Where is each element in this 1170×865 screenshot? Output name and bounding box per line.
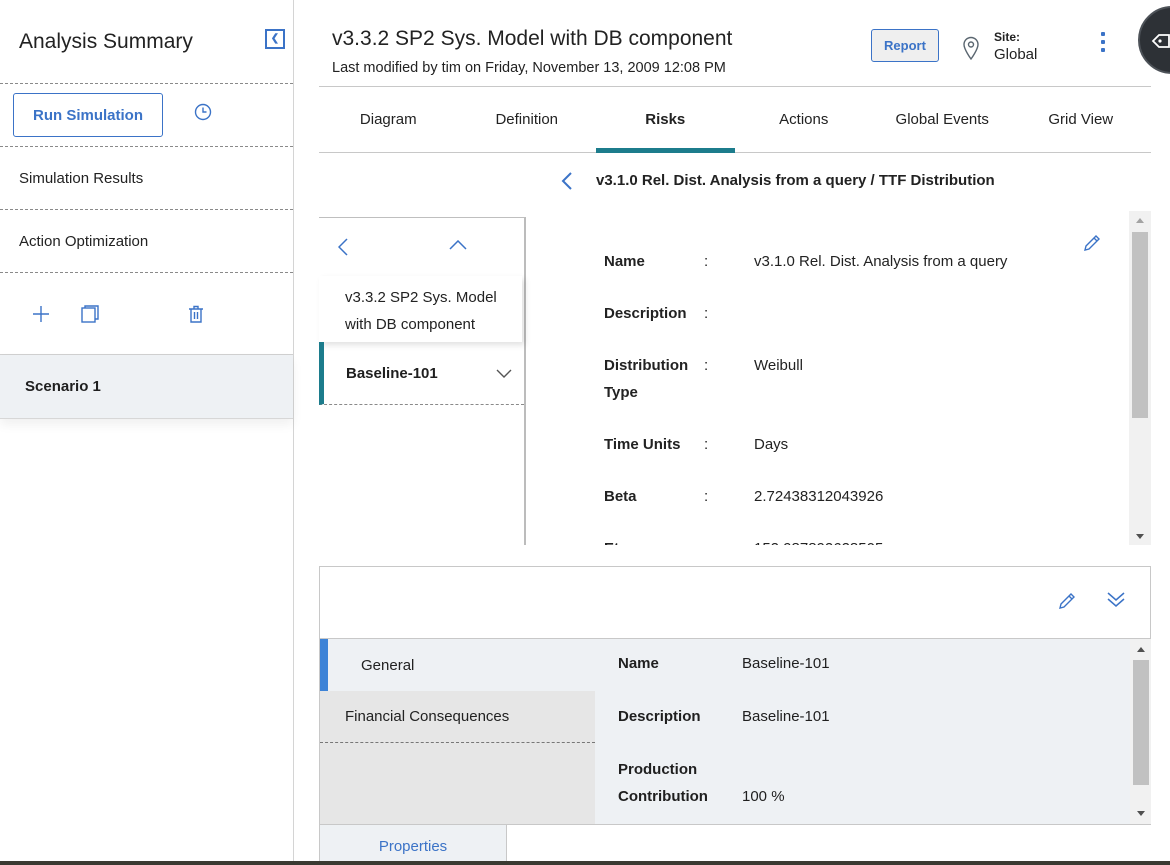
run-simulation-button[interactable]: Run Simulation — [13, 93, 163, 137]
properties-toolbar — [320, 567, 1150, 639]
tree-parent-line-2: with DB component — [345, 316, 476, 333]
detail-value: 152.987892628505 — [754, 535, 1054, 545]
tab-properties[interactable]: Properties — [320, 825, 507, 865]
properties-content: Name Baseline-101 Description Baseline-1… — [595, 639, 1130, 824]
scroll-up-arrow[interactable] — [1136, 218, 1144, 223]
tab-actions[interactable]: Actions — [735, 87, 874, 152]
exit-icon — [1151, 34, 1170, 48]
collapse-sidebar-icon[interactable]: ❮ — [265, 28, 285, 49]
detail-value: Days — [754, 436, 789, 453]
site-label: Site: — [994, 30, 1021, 44]
scroll-up-arrow[interactable] — [1137, 647, 1145, 652]
clock-icon[interactable] — [194, 103, 212, 121]
tab-diagram[interactable]: Diagram — [319, 87, 458, 152]
site-value[interactable]: Global — [994, 46, 1037, 63]
detail-label: Name — [604, 253, 645, 270]
prop-label: Production Contribution — [618, 761, 708, 805]
detail-colon: : — [704, 488, 709, 505]
nav-general[interactable]: General — [320, 639, 595, 691]
location-pin-icon — [963, 36, 979, 60]
detail-label: Time Units — [604, 436, 681, 453]
detail-colon: : — [704, 535, 708, 545]
last-modified-text: Last modified by tim on Friday, November… — [332, 60, 726, 76]
prop-value: Baseline-101 — [742, 655, 830, 672]
back-chevron-icon[interactable] — [561, 171, 573, 191]
prop-value: Baseline-101 — [742, 708, 830, 725]
tree-parent-node[interactable]: v3.3.2 SP2 Sys. Model with DB component — [319, 276, 522, 342]
sidebar-item-simulation-results[interactable]: Simulation Results — [0, 147, 293, 210]
chevron-down-icon[interactable] — [496, 369, 512, 378]
trash-icon[interactable] — [186, 304, 206, 324]
tree-panel: v3.3.2 SP2 Sys. Model with DB component … — [319, 217, 526, 545]
scroll-down-arrow[interactable] — [1136, 534, 1144, 539]
tab-definition[interactable]: Definition — [458, 87, 597, 152]
detail-label: Distribution Type — [604, 357, 689, 401]
detail-colon: : — [704, 436, 709, 453]
sidebar-title: Analysis Summary — [19, 29, 193, 53]
edit-pencil-icon[interactable] — [1057, 591, 1077, 611]
properties-tabbar: Properties — [320, 824, 1151, 865]
scenario-item[interactable]: Scenario 1 — [0, 355, 293, 419]
detail-scrollbar[interactable] — [1129, 211, 1151, 545]
double-chevron-down-icon[interactable] — [1106, 589, 1126, 609]
detail-colon: : — [704, 253, 709, 270]
properties-scrollbar[interactable] — [1130, 639, 1151, 824]
tree-up-icon[interactable] — [449, 240, 467, 250]
tree-selected-label: Baseline-101 — [346, 364, 438, 382]
properties-panel: General Financial Consequences Name Base… — [319, 566, 1151, 865]
properties-nav: General Financial Consequences — [320, 639, 595, 824]
prop-label: Name — [618, 655, 659, 672]
tree-nav — [319, 218, 524, 276]
tab-global-events[interactable]: Global Events — [873, 87, 1012, 152]
tree-selected-node[interactable]: Baseline-101 — [319, 342, 524, 405]
tab-risks[interactable]: Risks — [596, 87, 735, 153]
sidebar-item-action-optimization[interactable]: Action Optimization — [0, 210, 293, 273]
detail-value: Weibull — [754, 357, 803, 374]
main-content: v3.3.2 SP2 Sys. Model with DB component … — [295, 0, 1170, 865]
floating-action-button[interactable] — [1138, 6, 1170, 74]
scroll-thumb[interactable] — [1132, 232, 1148, 418]
sidebar-run-row: Run Simulation — [0, 84, 293, 147]
sidebar-header: Analysis Summary ❮ — [0, 0, 293, 84]
distribution-detail-panel: Name : v3.1.0 Rel. Dist. Analysis from a… — [527, 211, 1151, 545]
copy-icon[interactable] — [80, 304, 100, 324]
detail-value: v3.1.0 Rel. Dist. Analysis from a query — [754, 253, 1008, 270]
main-tabs: Diagram Definition Risks Actions Global … — [319, 87, 1151, 153]
window-bottom-edge — [0, 861, 1170, 865]
report-button[interactable]: Report — [871, 29, 939, 62]
nav-financial-consequences[interactable]: Financial Consequences — [320, 691, 595, 743]
scroll-thumb[interactable] — [1133, 660, 1149, 785]
detail-label: Description — [604, 305, 687, 322]
analysis-sidebar: Analysis Summary ❮ Run Simulation Simula… — [0, 0, 294, 865]
detail-label: Eta — [604, 535, 704, 545]
breadcrumb: v3.1.0 Rel. Dist. Analysis from a query … — [596, 172, 995, 189]
detail-label: Beta — [604, 488, 637, 505]
detail-colon: : — [704, 357, 709, 374]
detail-colon: : — [704, 305, 709, 322]
scroll-down-arrow[interactable] — [1137, 811, 1145, 816]
tree-parent-line-1: v3.3.2 SP2 Sys. Model — [345, 289, 497, 306]
tree-back-icon[interactable] — [338, 238, 348, 256]
detail-value: 2.72438312043926 — [754, 488, 884, 505]
page-title: v3.3.2 SP2 Sys. Model with DB component — [332, 27, 733, 50]
scenario-toolbar — [0, 273, 293, 355]
plus-icon[interactable] — [31, 304, 51, 324]
prop-value: 100 % — [742, 788, 785, 805]
tab-grid-view[interactable]: Grid View — [1012, 87, 1151, 152]
edit-pencil-icon[interactable] — [1082, 233, 1102, 253]
prop-label: Description — [618, 708, 701, 725]
more-options-icon[interactable] — [1100, 32, 1106, 52]
